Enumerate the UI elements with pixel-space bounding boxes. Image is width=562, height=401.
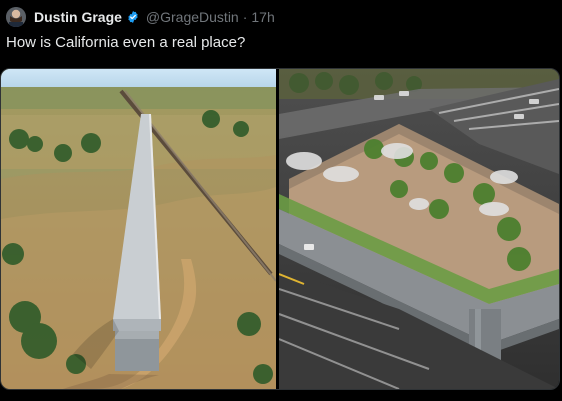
verified-badge-icon [126,10,140,24]
author-handle[interactable]: @GrageDustin [146,9,239,25]
tweet-text: How is California even a real place? [6,34,246,51]
media-grid [0,68,560,390]
author-name[interactable]: Dustin Grage [34,9,122,25]
freeway-overpass-with-greenery-photo[interactable] [279,69,559,389]
tweet-header: Dustin Grage @GrageDustin · 17h [6,6,275,28]
tweet[interactable]: Dustin Grage @GrageDustin · 17h How is C… [0,0,562,401]
avatar[interactable] [6,7,26,27]
timestamp[interactable]: 17h [251,9,274,25]
separator-dot: · [242,9,248,25]
overpass-to-nowhere-photo[interactable] [1,69,276,389]
